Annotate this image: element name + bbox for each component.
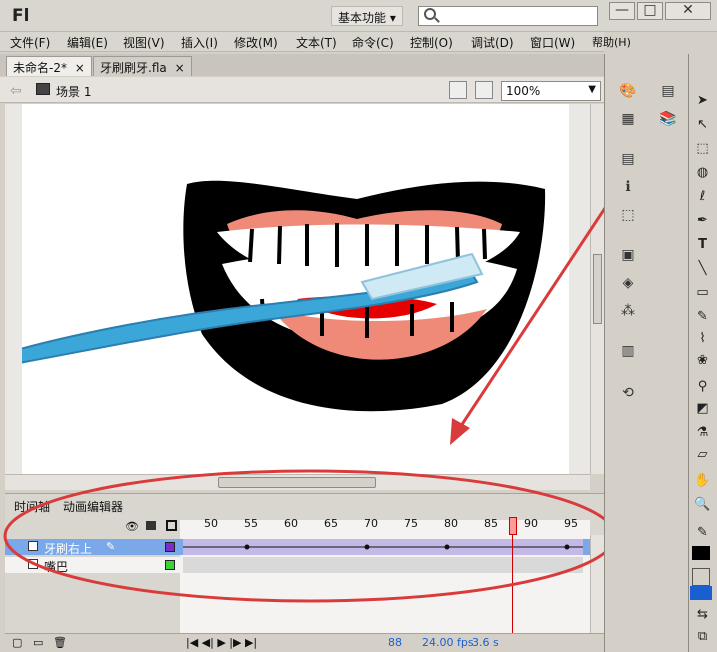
- transform-panel-icon[interactable]: ⬚: [614, 204, 642, 226]
- fps-readout[interactable]: 24.00 fps: [422, 636, 474, 649]
- components-panel-icon[interactable]: ▣: [614, 244, 642, 266]
- menu-control[interactable]: 控制(O): [410, 34, 453, 51]
- pencil-tool-icon[interactable]: ✎: [694, 308, 711, 325]
- menu-modify[interactable]: 修改(M): [234, 34, 278, 51]
- tab-label: 未命名-2*: [13, 61, 67, 75]
- back-arrow-icon[interactable]: ⇦: [10, 83, 22, 99]
- stroke-swatch[interactable]: [692, 546, 710, 560]
- properties-panel-icon[interactable]: ▤: [654, 80, 682, 102]
- scene-icon: [36, 83, 50, 95]
- color-panel-icon[interactable]: 🎨: [614, 80, 642, 102]
- deco-tool-icon[interactable]: ❀: [694, 352, 711, 369]
- snap-icon[interactable]: ⧉: [694, 628, 711, 645]
- library-assets-icon[interactable]: ◈: [614, 272, 642, 294]
- tab-untitled-2[interactable]: 未命名-2* ×: [6, 56, 92, 76]
- motion-presets-icon[interactable]: ⁂: [614, 300, 642, 322]
- hand-tool-icon[interactable]: ✋: [694, 472, 711, 489]
- tab-toothbrush-fla[interactable]: 牙刷刷牙.fla ×: [93, 56, 192, 76]
- tab-close-icon[interactable]: ×: [175, 61, 185, 75]
- scene-label: 场景 1: [56, 85, 92, 99]
- history-panel-icon[interactable]: ⟲: [614, 382, 642, 404]
- library-panel-icon[interactable]: 📚: [654, 108, 682, 130]
- bone-tool-icon[interactable]: ⚲: [694, 378, 711, 395]
- menu-view[interactable]: 视图(V): [123, 34, 165, 51]
- close-button[interactable]: ✕: [665, 2, 711, 20]
- rectangle-tool-icon[interactable]: ▭: [694, 284, 711, 301]
- menu-edit[interactable]: 编辑(E): [67, 34, 108, 51]
- delete-layer-icon[interactable]: 🗑: [53, 636, 67, 649]
- menu-commands[interactable]: 命令(C): [352, 34, 394, 51]
- subselection-tool-icon[interactable]: ↖: [694, 116, 711, 133]
- swap-colors-icon[interactable]: ⇆: [694, 606, 711, 623]
- search-icon: [424, 8, 436, 20]
- edit-symbols-icon[interactable]: [475, 81, 493, 99]
- timeline-status-bar: [5, 633, 604, 652]
- eraser-tool-icon[interactable]: ▱: [694, 446, 711, 463]
- workspace-switcher[interactable]: 基本功能 ▾: [331, 6, 403, 26]
- menu-text[interactable]: 文本(T): [296, 34, 337, 51]
- selection-tool-icon[interactable]: ➤: [694, 92, 711, 109]
- search-input[interactable]: [418, 6, 598, 26]
- swatches-panel-icon[interactable]: ▦: [614, 108, 642, 130]
- fill-color-icon[interactable]: [692, 568, 710, 586]
- paint-bucket-tool-icon[interactable]: ◩: [694, 400, 711, 417]
- zoom-select[interactable]: 100% ▼: [501, 81, 601, 101]
- text-tool-icon[interactable]: T: [694, 236, 711, 253]
- tab-close-icon[interactable]: ×: [75, 61, 85, 75]
- info-panel-icon[interactable]: ℹ: [614, 176, 642, 198]
- zoom-tool-icon[interactable]: 🔍: [694, 496, 711, 513]
- playback-controls[interactable]: |◀ ◀| ▶ |▶ ▶|: [186, 636, 257, 649]
- menu-window[interactable]: 窗口(W): [530, 34, 575, 51]
- elapsed-time-readout[interactable]: 3.6 s: [472, 636, 499, 649]
- line-tool-icon[interactable]: ╲: [694, 260, 711, 277]
- edit-scene-icon[interactable]: [449, 81, 467, 99]
- eyedropper-tool-icon[interactable]: ⚗: [694, 424, 711, 441]
- minimize-button[interactable]: —: [609, 2, 635, 20]
- fill-swatch[interactable]: [690, 586, 712, 600]
- new-folder-icon[interactable]: ▭: [33, 636, 43, 649]
- current-frame-readout[interactable]: 88: [388, 636, 402, 649]
- menu-help[interactable]: 帮助(H): [592, 34, 631, 50]
- menu-debug[interactable]: 调试(D): [471, 34, 514, 51]
- stroke-color-icon[interactable]: ✎: [694, 524, 711, 541]
- brush-tool-icon[interactable]: ⌇: [694, 330, 711, 347]
- new-layer-icon[interactable]: ▢: [12, 636, 22, 649]
- lasso-tool-icon[interactable]: ℓ: [694, 188, 711, 205]
- app-logo: Fl: [12, 6, 30, 26]
- pen-tool-icon[interactable]: ✒: [694, 212, 711, 229]
- tab-label: 牙刷刷牙.fla: [100, 61, 167, 75]
- code-snippets-icon[interactable]: ▥: [614, 340, 642, 362]
- 3d-rotation-tool-icon[interactable]: ◍: [694, 164, 711, 181]
- maximize-button[interactable]: □: [637, 2, 663, 20]
- menu-insert[interactable]: 插入(I): [181, 34, 218, 51]
- free-transform-tool-icon[interactable]: ⬚: [694, 140, 711, 157]
- menu-file[interactable]: 文件(F): [10, 34, 50, 51]
- annotation-ellipse: [3, 469, 617, 603]
- align-panel-icon[interactable]: ▤: [614, 148, 642, 170]
